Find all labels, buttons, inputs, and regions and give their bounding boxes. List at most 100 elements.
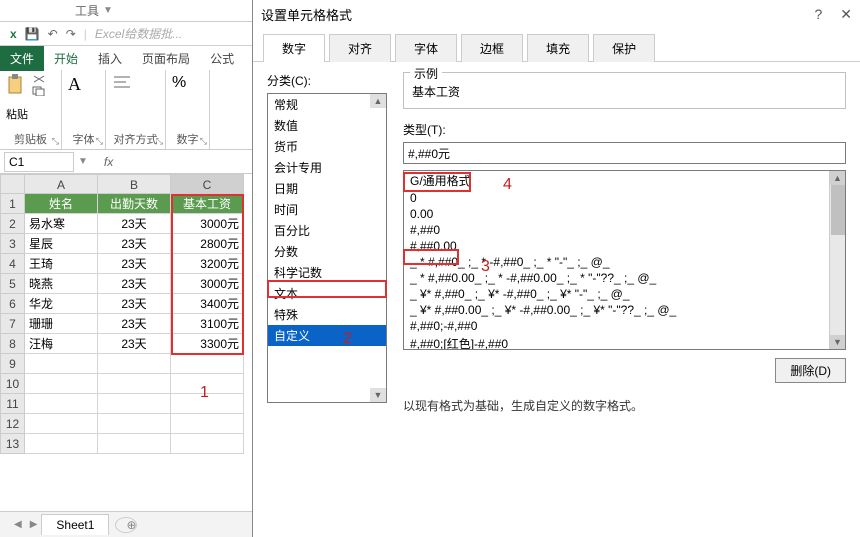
data-cell[interactable]: 星辰	[25, 234, 98, 254]
format-item[interactable]: #,##0;-#,##0	[404, 318, 829, 334]
row-header[interactable]: 2	[0, 214, 25, 234]
dialog-launcher-icon[interactable]: ⤡	[52, 136, 59, 147]
category-list[interactable]: ▲ 常规数值货币会计专用日期时间百分比分数科学记数文本特殊自定义 ▼	[267, 93, 387, 403]
empty-cell[interactable]	[98, 394, 171, 414]
empty-cell[interactable]	[171, 434, 244, 454]
undo-icon[interactable]: ↶	[48, 27, 58, 41]
data-cell[interactable]: 易水寒	[25, 214, 98, 234]
col-header-c[interactable]: C	[171, 174, 244, 194]
row-header[interactable]: 1	[0, 194, 25, 214]
help-button[interactable]: ?	[814, 6, 822, 23]
format-item[interactable]: 0.00	[404, 206, 829, 222]
tab-font[interactable]: 字体	[395, 34, 457, 62]
row-header[interactable]: 7	[0, 314, 25, 334]
data-cell[interactable]: 23天	[98, 274, 171, 294]
data-cell[interactable]: 3400元	[171, 294, 244, 314]
dialog-launcher-icon[interactable]: ⤡	[200, 136, 207, 147]
data-cell[interactable]: 王琦	[25, 254, 98, 274]
format-list[interactable]: G/通用格式00.00#,##0#,##0.00_ * #,##0_ ;_ * …	[403, 170, 846, 350]
tools-label[interactable]: 工具	[75, 0, 99, 22]
empty-cell[interactable]	[25, 434, 98, 454]
empty-cell[interactable]	[98, 354, 171, 374]
fx-icon[interactable]: fx	[92, 155, 113, 169]
tab-file[interactable]: 文件	[0, 46, 44, 71]
percent-icon[interactable]: %	[172, 74, 186, 92]
paste-icon[interactable]	[6, 74, 26, 96]
data-cell[interactable]: 23天	[98, 254, 171, 274]
empty-cell[interactable]	[98, 414, 171, 434]
data-cell[interactable]: 23天	[98, 334, 171, 354]
row-header[interactable]: 13	[0, 434, 25, 454]
data-cell[interactable]: 汪梅	[25, 334, 98, 354]
tab-protect[interactable]: 保护	[593, 34, 655, 62]
category-item[interactable]: 百分比	[268, 220, 386, 241]
tab-home[interactable]: 开始	[44, 46, 88, 71]
header-cell[interactable]: 姓名	[25, 194, 98, 214]
scroll-thumb[interactable]	[831, 185, 845, 235]
col-header-b[interactable]: B	[98, 174, 171, 194]
tab-number[interactable]: 数字	[263, 34, 325, 62]
row-header[interactable]: 4	[0, 254, 25, 274]
save-icon[interactable]: 💾	[25, 27, 40, 41]
scroll-up-icon[interactable]: ▲	[830, 171, 845, 185]
empty-cell[interactable]	[25, 374, 98, 394]
add-sheet-button[interactable]: ⊕	[115, 517, 137, 533]
empty-cell[interactable]	[171, 394, 244, 414]
empty-cell[interactable]	[25, 354, 98, 374]
empty-cell[interactable]	[171, 414, 244, 434]
data-cell[interactable]: 3100元	[171, 314, 244, 334]
empty-cell[interactable]	[25, 414, 98, 434]
scrollbar[interactable]: ▲ ▼	[829, 171, 845, 349]
format-item[interactable]: _ ¥* #,##0.00_ ;_ ¥* -#,##0.00_ ;_ ¥* "-…	[404, 302, 829, 318]
data-cell[interactable]: 23天	[98, 234, 171, 254]
redo-icon[interactable]: ↷	[66, 27, 76, 41]
data-cell[interactable]: 3300元	[171, 334, 244, 354]
format-item[interactable]: #,##0	[404, 222, 829, 238]
row-header[interactable]: 8	[0, 334, 25, 354]
row-header[interactable]: 5	[0, 274, 25, 294]
tab-formula[interactable]: 公式	[200, 46, 244, 71]
data-cell[interactable]: 3000元	[171, 274, 244, 294]
data-cell[interactable]: 华龙	[25, 294, 98, 314]
format-item[interactable]: #,##0;[红色]-#,##0	[404, 334, 829, 350]
format-item[interactable]: #,##0.00	[404, 238, 829, 254]
category-item[interactable]: 数值	[268, 115, 386, 136]
dialog-launcher-icon[interactable]: ⤡	[96, 136, 103, 147]
format-item[interactable]: G/通用格式	[404, 171, 829, 190]
tab-layout[interactable]: 页面布局	[132, 46, 200, 71]
copy-icon[interactable]	[32, 86, 46, 96]
tab-fill[interactable]: 填充	[527, 34, 589, 62]
number-label[interactable]: 数字	[172, 131, 203, 147]
row-header[interactable]: 3	[0, 234, 25, 254]
nav-prev-icon[interactable]: ◀	[10, 519, 26, 530]
empty-cell[interactable]	[98, 434, 171, 454]
row-header[interactable]: 9	[0, 354, 25, 374]
category-item[interactable]: 时间	[268, 199, 386, 220]
nav-next-icon[interactable]: ▶	[26, 519, 42, 530]
empty-cell[interactable]	[171, 354, 244, 374]
format-item[interactable]: _ * #,##0_ ;_ * -#,##0_ ;_ * "-"_ ;_ @_	[404, 254, 829, 270]
font-icon[interactable]: A	[68, 74, 81, 95]
font-label[interactable]: 字体	[68, 131, 99, 147]
empty-cell[interactable]	[171, 374, 244, 394]
sheet-tab[interactable]: Sheet1	[41, 514, 109, 535]
data-cell[interactable]: 3200元	[171, 254, 244, 274]
tab-insert[interactable]: 插入	[88, 46, 132, 71]
select-all-corner[interactable]	[0, 174, 25, 194]
format-item[interactable]: _ ¥* #,##0_ ;_ ¥* -#,##0_ ;_ ¥* "-"_ ;_ …	[404, 286, 829, 302]
data-cell[interactable]: 2800元	[171, 234, 244, 254]
chevron-down-icon[interactable]: ▼	[103, 0, 113, 22]
chevron-down-icon[interactable]: ▼	[74, 156, 92, 167]
col-header-a[interactable]: A	[25, 174, 98, 194]
dialog-launcher-icon[interactable]: ⤡	[156, 136, 163, 147]
name-box[interactable]	[4, 152, 74, 172]
empty-cell[interactable]	[98, 374, 171, 394]
type-input[interactable]	[403, 142, 846, 164]
paste-label[interactable]: 粘贴	[6, 106, 55, 122]
row-header[interactable]: 12	[0, 414, 25, 434]
header-cell[interactable]: 出勤天数	[98, 194, 171, 214]
category-item[interactable]: 科学记数	[268, 262, 386, 283]
delete-button[interactable]: 删除(D)	[775, 358, 846, 383]
data-cell[interactable]: 珊珊	[25, 314, 98, 334]
tab-border[interactable]: 边框	[461, 34, 523, 62]
